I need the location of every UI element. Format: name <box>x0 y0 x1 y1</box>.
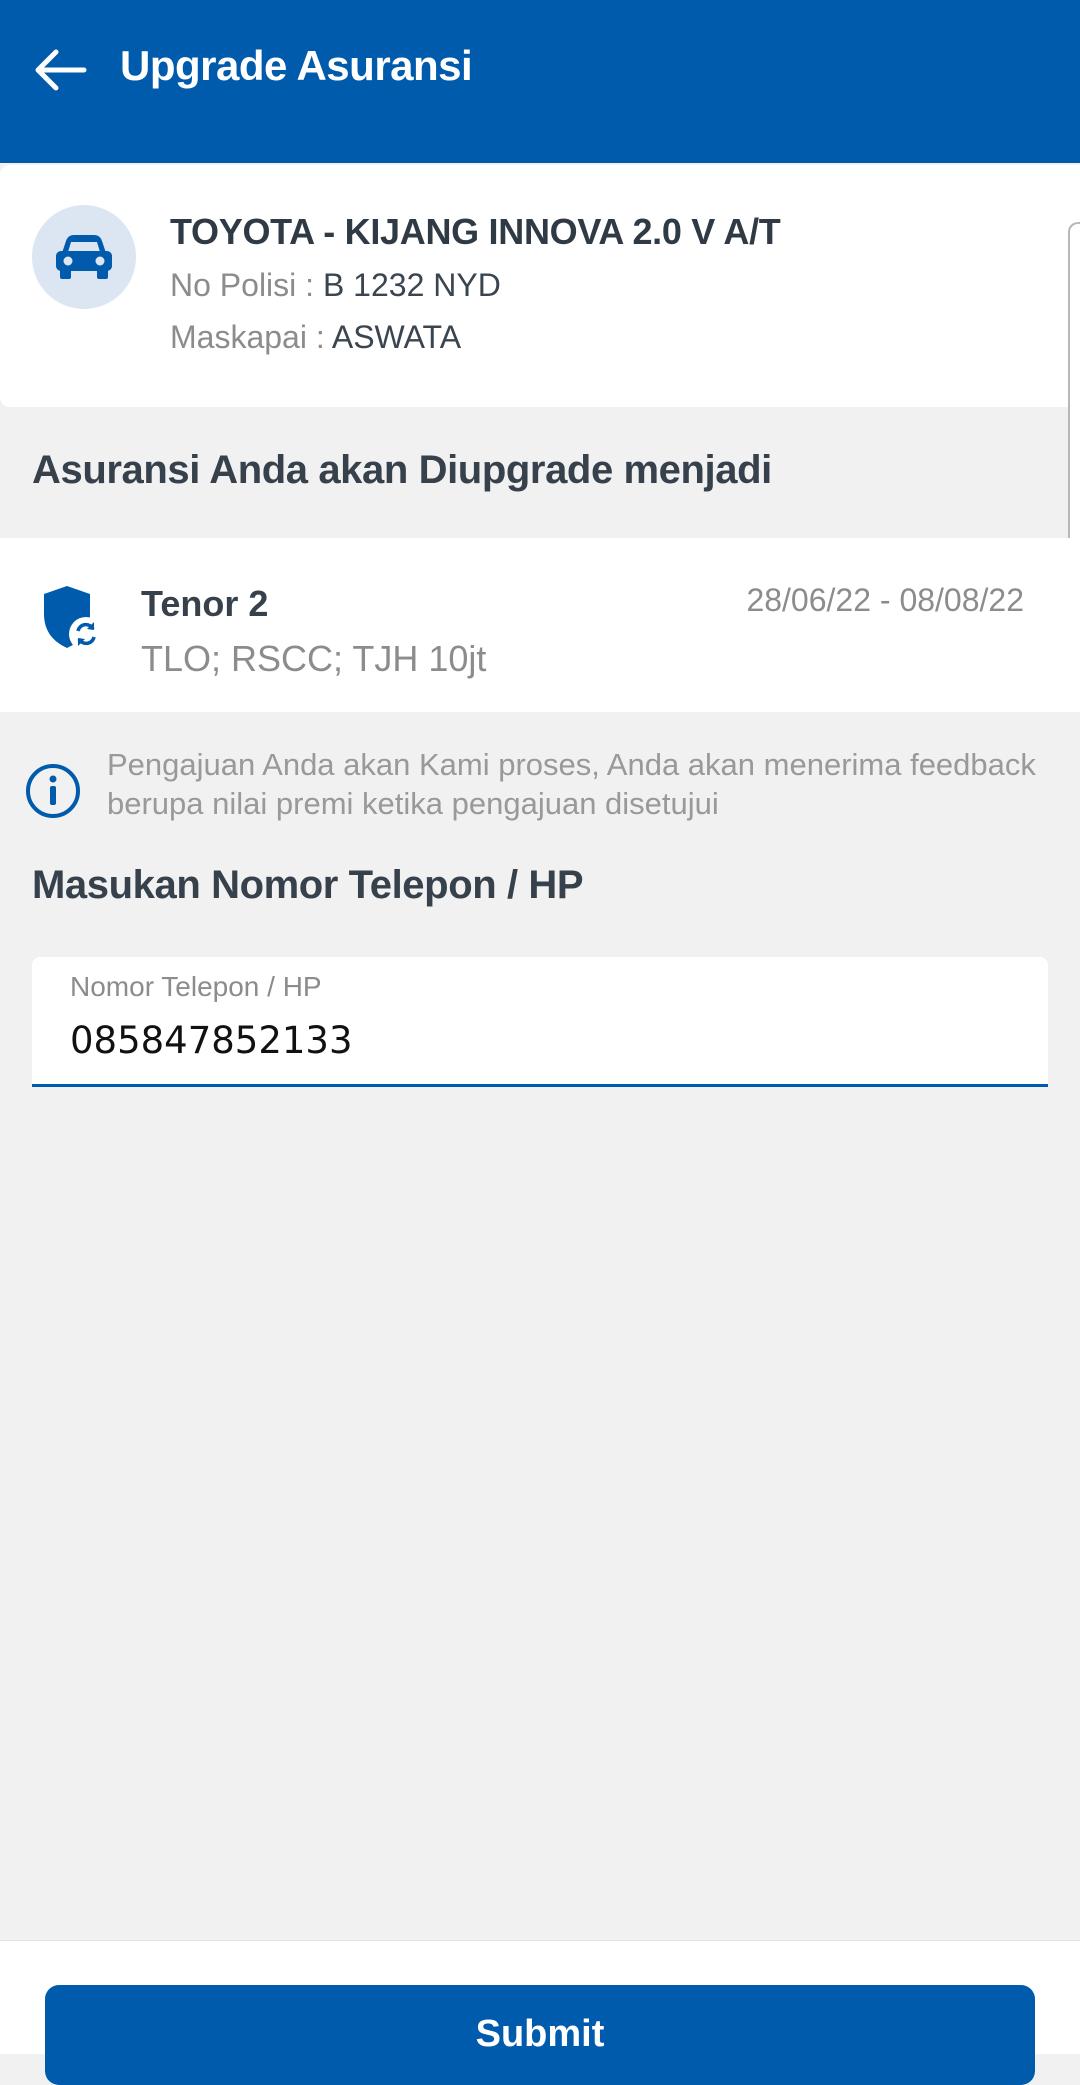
submit-button[interactable]: Submit <box>45 1985 1035 2085</box>
car-icon <box>56 235 112 279</box>
shield-refresh-icon <box>44 586 103 651</box>
insurer-row: Maskapai : ASWATA <box>170 319 461 356</box>
insurer-value: ASWATA <box>331 319 462 355</box>
upgrade-heading: Asuransi Anda akan Diupgrade menjadi <box>32 448 772 492</box>
app-bar: Upgrade Asuransi <box>0 0 1080 163</box>
back-button[interactable] <box>28 40 92 100</box>
info-icon <box>26 764 80 818</box>
arrow-left-icon <box>35 49 87 91</box>
scroll-indicator[interactable] <box>1068 222 1080 564</box>
car-avatar <box>32 205 136 309</box>
vehicle-name: TOYOTA - KIJANG INNOVA 2.0 V A/T <box>170 211 781 252</box>
submit-button-label: Submit <box>475 2013 605 2055</box>
vehicle-card: TOYOTA - KIJANG INNOVA 2.0 V A/T No Poli… <box>0 165 1080 407</box>
phone-input-value[interactable]: 085847852133 <box>70 1019 353 1062</box>
police-number-label: No Polisi : <box>170 267 315 303</box>
police-number-value: B 1232 NYD <box>322 267 501 303</box>
bottom-bar: Submit <box>0 1940 1080 2085</box>
tenor-item: Tenor 2 TLO; RSCC; TJH 10jt 28/06/22 - 0… <box>0 538 1080 712</box>
phone-heading: Masukan Nomor Telepon / HP <box>32 863 584 907</box>
tenor-period: 28/06/22 - 08/08/22 <box>746 582 1024 618</box>
police-number-row: No Polisi : B 1232 NYD <box>170 267 501 304</box>
tenor-coverage: TLO; RSCC; TJH 10jt <box>141 638 487 679</box>
page-title: Upgrade Asuransi <box>120 42 473 89</box>
insurer-label: Maskapai : <box>170 319 325 355</box>
phone-input[interactable]: Nomor Telepon / HP 085847852133 <box>32 957 1048 1087</box>
phone-input-label: Nomor Telepon / HP <box>70 971 322 1002</box>
notice-text: Pengajuan Anda akan Kami proses, Anda ak… <box>107 747 1036 821</box>
tenor-title: Tenor 2 <box>141 583 269 624</box>
